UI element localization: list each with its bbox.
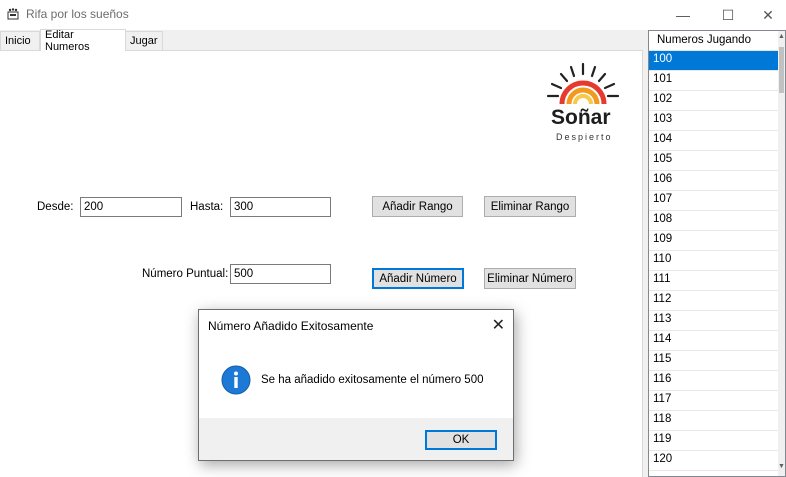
list-item[interactable]: 100 bbox=[649, 51, 779, 71]
window-title: Rifa por los sueños bbox=[26, 7, 129, 21]
maximize-button[interactable]: ☐ bbox=[705, 0, 751, 30]
remove-range-button[interactable]: Eliminar Rango bbox=[484, 196, 576, 217]
sonar-despierto-logo: Soñar Despierto bbox=[531, 54, 641, 154]
dialog-title: Número Añadido Exitosamente bbox=[208, 319, 374, 333]
scroll-thumb[interactable] bbox=[779, 47, 784, 93]
list-item[interactable]: 113 bbox=[649, 311, 779, 331]
hasta-label: Hasta: bbox=[190, 201, 224, 213]
list-item[interactable]: 116 bbox=[649, 371, 779, 391]
desde-label: Desde: bbox=[37, 201, 74, 213]
tab-inicio[interactable]: Inicio bbox=[0, 31, 40, 50]
list-item[interactable]: 101 bbox=[649, 71, 779, 91]
info-icon bbox=[221, 365, 251, 395]
list-item[interactable]: 110 bbox=[649, 251, 779, 271]
message-dialog: Número Añadido Exitosamente ✕ Se ha añad… bbox=[198, 309, 514, 461]
list-item[interactable]: 108 bbox=[649, 211, 779, 231]
list-item[interactable]: 103 bbox=[649, 111, 779, 131]
numero-puntual-input[interactable]: 500 bbox=[230, 264, 331, 284]
list-item[interactable]: 112 bbox=[649, 291, 779, 311]
dialog-footer: OK bbox=[199, 418, 513, 460]
numeros-jugando-list[interactable]: Numeros Jugando 100 101 102 103 104 105 106 107… bbox=[648, 30, 786, 477]
list-item[interactable]: 109 bbox=[649, 231, 779, 251]
logo-word: Soñar bbox=[551, 106, 611, 129]
numero-puntual-label: Número Puntual: bbox=[142, 268, 229, 280]
list-item[interactable]: 115 bbox=[649, 351, 779, 371]
close-icon: ✕ bbox=[762, 6, 774, 23]
list-item[interactable]: 114 bbox=[649, 331, 779, 351]
hasta-input[interactable]: 300 bbox=[230, 197, 331, 217]
app-icon bbox=[7, 8, 19, 20]
list-header[interactable]: Numeros Jugando bbox=[649, 31, 779, 51]
list-item[interactable]: 120 bbox=[649, 451, 779, 471]
list-item[interactable]: 107 bbox=[649, 191, 779, 211]
list-item[interactable]: 118 bbox=[649, 411, 779, 431]
list-item[interactable]: 111 bbox=[649, 271, 779, 291]
scroll-up-icon[interactable]: ▲ bbox=[778, 33, 785, 40]
close-window-button[interactable]: ✕ bbox=[750, 0, 786, 30]
list-item[interactable]: 119 bbox=[649, 431, 779, 451]
logo-subtitle: Despierto bbox=[556, 132, 613, 142]
add-range-button[interactable]: Añadir Rango bbox=[372, 196, 463, 217]
list-item[interactable]: 105 bbox=[649, 151, 779, 171]
list-item[interactable]: 102 bbox=[649, 91, 779, 111]
dialog-close-icon[interactable]: ✕ bbox=[492, 315, 505, 335]
scroll-down-icon[interactable]: ▼ bbox=[778, 463, 785, 470]
tab-editar-numeros[interactable]: Editar Numeros bbox=[40, 29, 126, 53]
title-bar: Rifa por los sueños — ☐ ✕ bbox=[0, 0, 786, 30]
list-item[interactable]: 104 bbox=[649, 131, 779, 151]
desde-input[interactable]: 200 bbox=[80, 197, 182, 217]
ok-button[interactable]: OK bbox=[425, 430, 497, 450]
minimize-button[interactable]: — bbox=[660, 0, 706, 30]
list-scrollbar[interactable]: ▲ ▼ bbox=[778, 31, 785, 476]
sun-rays-icon bbox=[546, 62, 620, 105]
list-rows: 100 101 102 103 104 105 106 107 108 109 110 111 112 1… bbox=[649, 51, 779, 471]
list-item[interactable]: 106 bbox=[649, 171, 779, 191]
add-number-button[interactable]: Añadir Número bbox=[372, 268, 464, 289]
remove-number-button[interactable]: Eliminar Número bbox=[484, 268, 576, 289]
maximize-icon: ☐ bbox=[721, 6, 735, 23]
tab-jugar[interactable]: Jugar bbox=[125, 31, 163, 50]
minimize-icon: — bbox=[676, 7, 690, 23]
list-item[interactable]: 117 bbox=[649, 391, 779, 411]
dialog-message: Se ha añadido exitosamente el número 500 bbox=[261, 374, 484, 386]
